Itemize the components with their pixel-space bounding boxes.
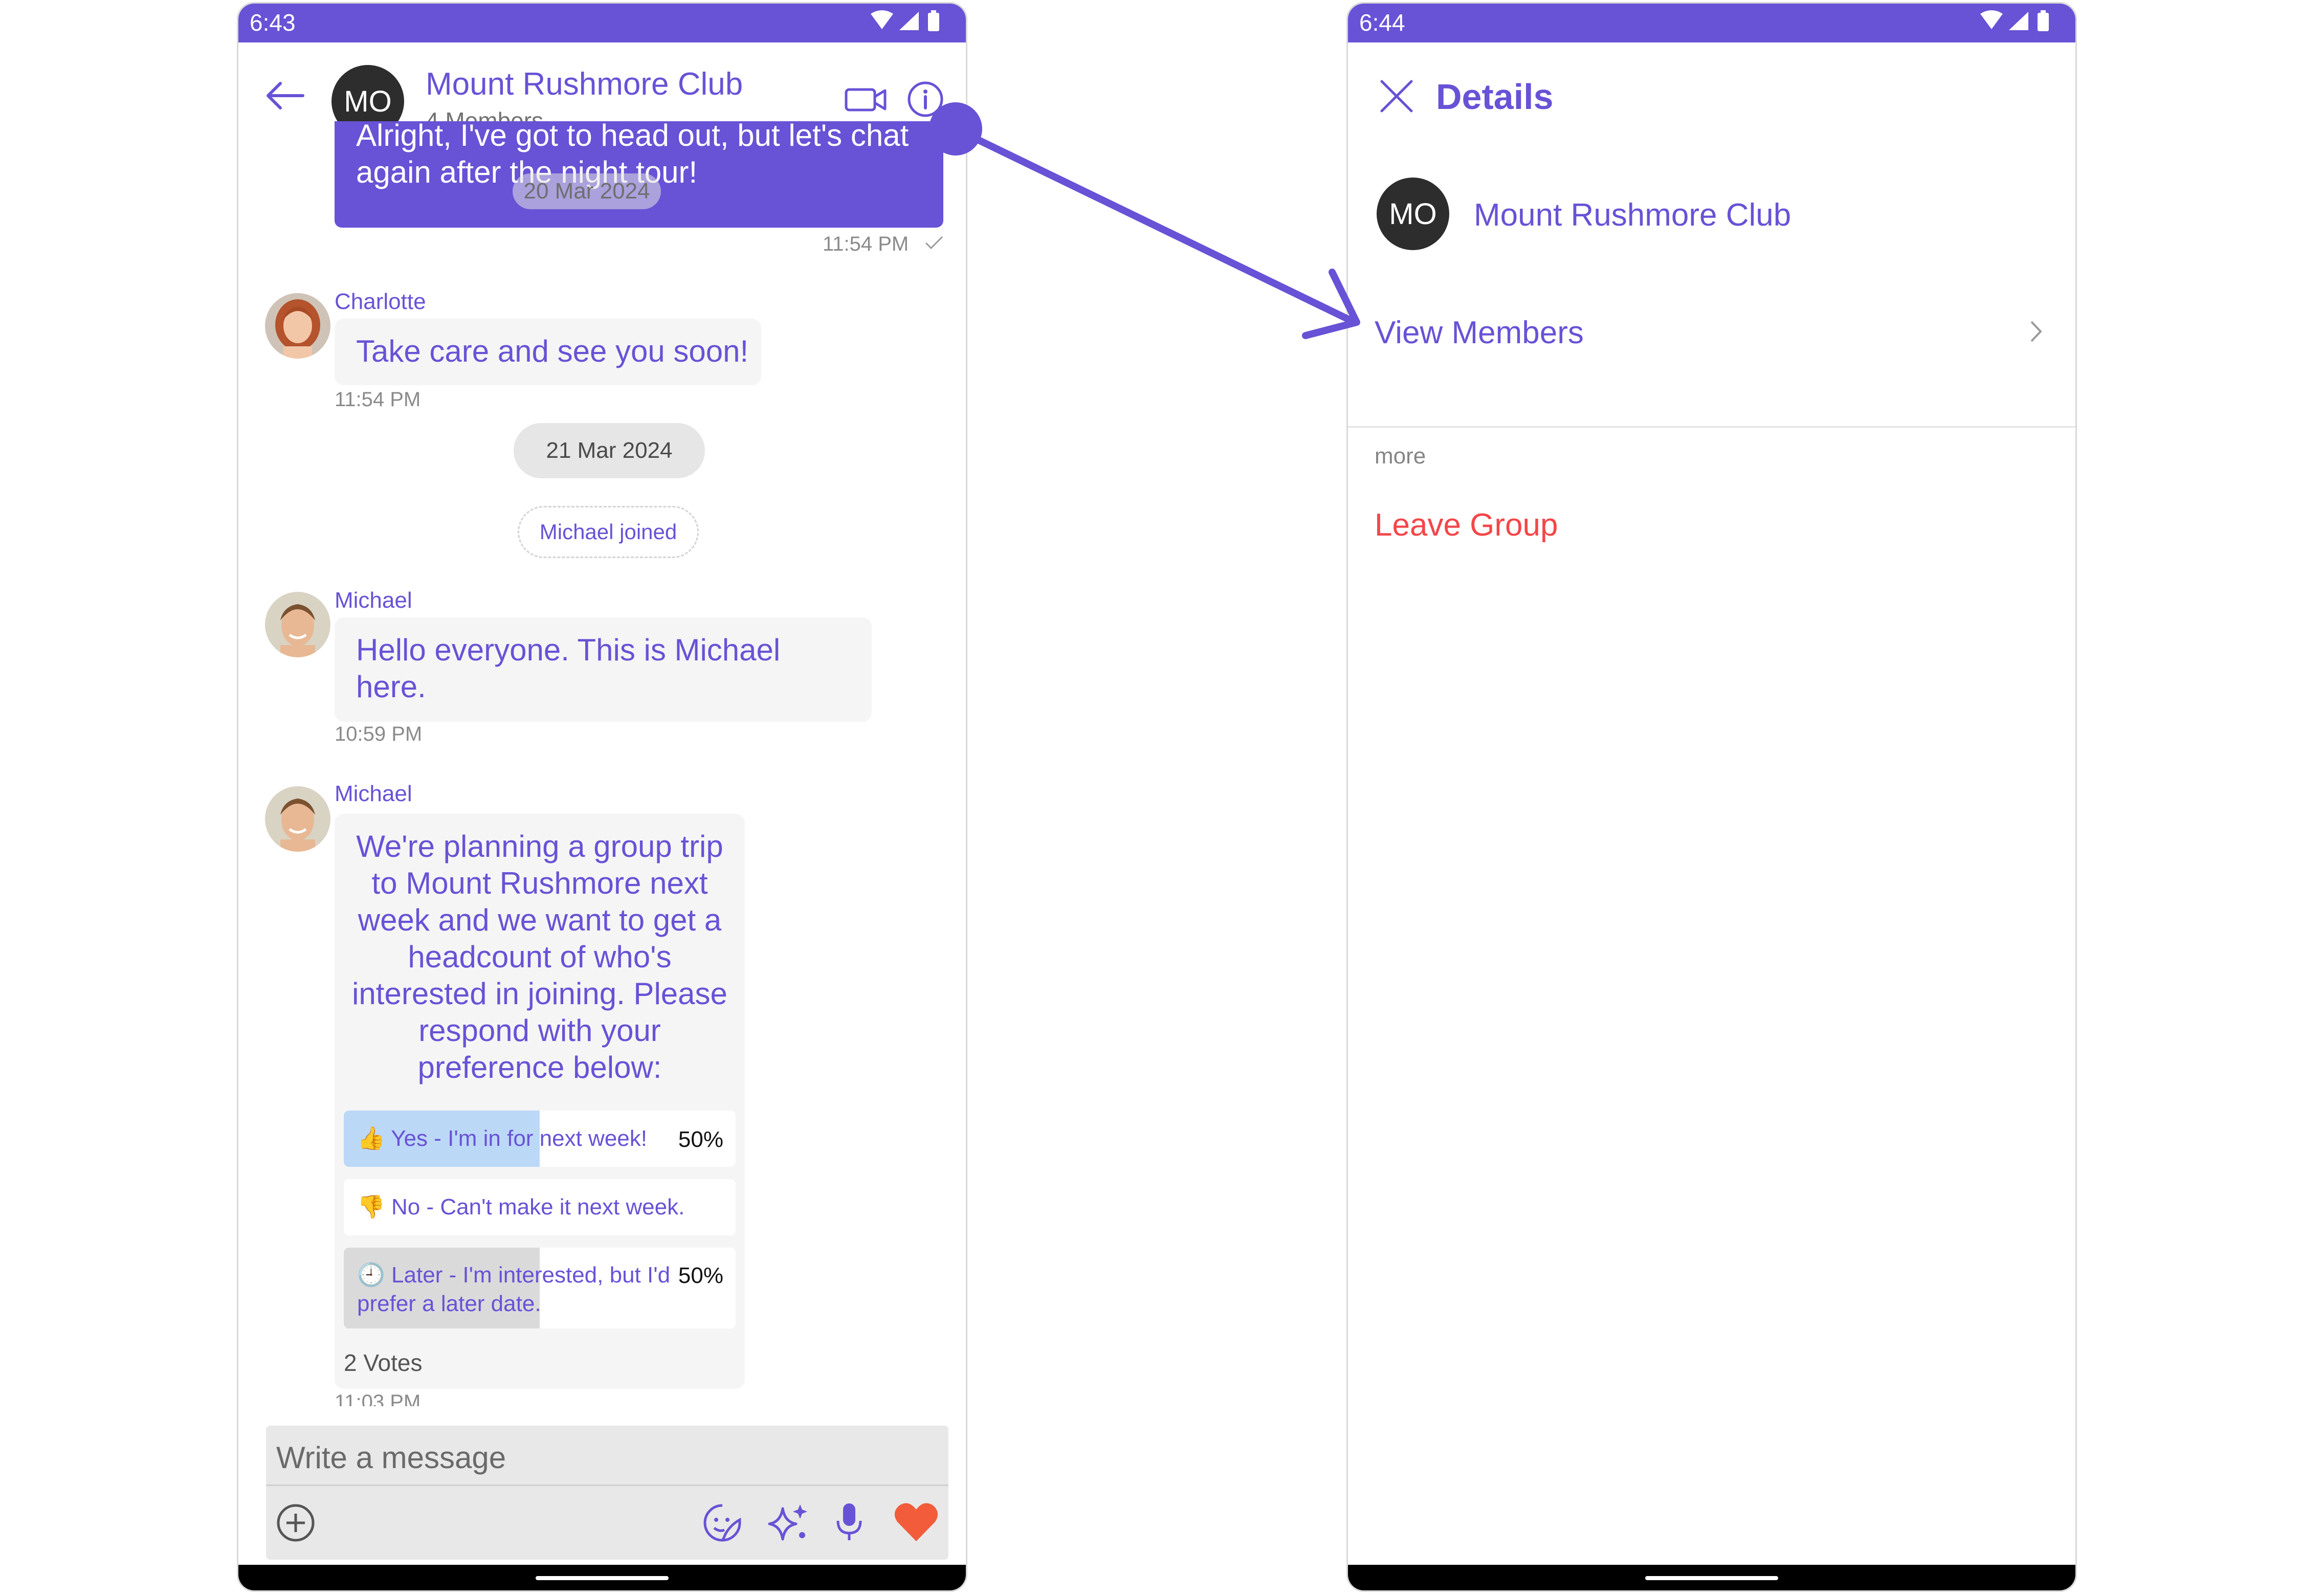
home-indicator[interactable] <box>536 1576 669 1580</box>
section-divider <box>1348 426 2075 428</box>
poll-option-no[interactable]: 👎 No - Can't make it next week. <box>344 1179 736 1235</box>
charlotte-message-bubble[interactable]: Take care and see you soon! <box>335 319 761 385</box>
charlotte-sender-name: Charlotte <box>335 289 426 314</box>
sticky-date-header: 20 Mar 2024 <box>513 173 661 209</box>
status-icons-right <box>1978 9 2055 38</box>
message-input-placeholder: Write a message <box>276 1440 506 1475</box>
chat-screen: 6:43 MO Mount Rushmore Club 4 Members Al… <box>237 2 967 1592</box>
add-attachment-icon[interactable] <box>275 1502 316 1546</box>
leave-group-option[interactable]: Leave Group <box>1375 507 1558 543</box>
charlotte-avatar[interactable] <box>265 293 330 359</box>
charlotte-message-text: Take care and see you soon! <box>356 334 749 368</box>
details-group-name: Mount Rushmore Club <box>1474 197 1791 233</box>
thumbs-up-icon: 👍 <box>357 1126 385 1151</box>
poll-option-yes-label: 👍 Yes - I'm in for next week! <box>357 1126 647 1151</box>
michael-message-text: Hello everyone. This is Michael here. <box>356 633 781 704</box>
status-icons <box>869 9 945 38</box>
sticker-icon[interactable] <box>702 1502 743 1546</box>
close-icon[interactable] <box>1379 78 1414 117</box>
wifi-icon <box>871 10 893 29</box>
michael-sender-name-1: Michael <box>335 588 412 613</box>
more-section-label: more <box>1375 444 1426 469</box>
group-title[interactable]: Mount Rushmore Club <box>426 66 743 102</box>
details-screen: 6:44 Details MO Mount Rushmore Club View… <box>1346 2 2077 1592</box>
michael-avatar-2[interactable] <box>265 786 330 852</box>
date-separator: 21 Mar 2024 <box>514 423 705 478</box>
chevron-right-icon[interactable] <box>2028 319 2044 347</box>
poll-option-no-label: 👎 No - Can't make it next week. <box>357 1194 685 1220</box>
status-time-right: 6:44 <box>1359 9 1405 36</box>
outgoing-message-time: 11:54 PM <box>823 233 909 255</box>
ai-sparkle-icon[interactable] <box>765 1501 811 1547</box>
battery-icon <box>928 13 939 31</box>
details-avatar-initials: MO <box>1389 197 1437 231</box>
status-bar: 6:43 <box>238 4 966 42</box>
back-arrow-icon[interactable] <box>264 80 305 114</box>
poll-vote-count: 2 Votes <box>344 1349 423 1376</box>
michael-message-time: 10:59 PM <box>335 723 423 745</box>
charlotte-message-time: 11:54 PM <box>335 388 421 411</box>
group-action-message: Michael joined <box>518 506 699 558</box>
poll-question: We're planning a group trip to Mount Rus… <box>352 829 727 1084</box>
status-bar-right: 6:44 <box>1348 4 2075 42</box>
details-group-avatar: MO <box>1377 178 1449 250</box>
thumbs-down-icon: 👎 <box>357 1194 385 1220</box>
poll-option-later[interactable]: 🕘 Later - I'm interested, but I'd prefer… <box>344 1248 736 1328</box>
poll-message-time: 11:03 PM <box>335 1391 421 1406</box>
poll-message-bubble: We're planning a group trip to Mount Rus… <box>335 814 745 1389</box>
message-composer: Write a message <box>266 1426 948 1560</box>
message-input[interactable]: Write a message <box>266 1426 948 1486</box>
poll-option-yes-percent: 50% <box>678 1127 723 1152</box>
status-time: 6:43 <box>250 9 296 36</box>
signal-icon <box>899 12 919 30</box>
details-title: Details <box>1436 77 1554 117</box>
navigation-bar-right <box>1348 1565 2075 1590</box>
heart-reaction-icon[interactable] <box>893 1500 939 1546</box>
home-indicator-right[interactable] <box>1645 1576 1778 1580</box>
microphone-icon[interactable] <box>834 1500 865 1546</box>
michael-avatar[interactable] <box>265 592 330 657</box>
poll-option-yes[interactable]: 👍 Yes - I'm in for next week! 50% <box>344 1111 736 1167</box>
poll-option-later-percent: 50% <box>678 1263 723 1288</box>
info-icon[interactable] <box>906 80 944 121</box>
view-members-option[interactable]: View Members <box>1375 315 1584 351</box>
navigation-bar <box>238 1565 966 1590</box>
sent-check-icon <box>924 234 944 254</box>
clock-icon: 🕘 <box>357 1262 385 1288</box>
poll-option-later-label: 🕘 Later - I'm interested, but I'd prefer… <box>357 1262 671 1316</box>
video-call-icon[interactable] <box>844 86 887 116</box>
michael-message-bubble[interactable]: Hello everyone. This is Michael here. <box>335 617 872 722</box>
michael-sender-name-2: Michael <box>335 781 412 806</box>
group-avatar-initials: MO <box>344 84 392 118</box>
